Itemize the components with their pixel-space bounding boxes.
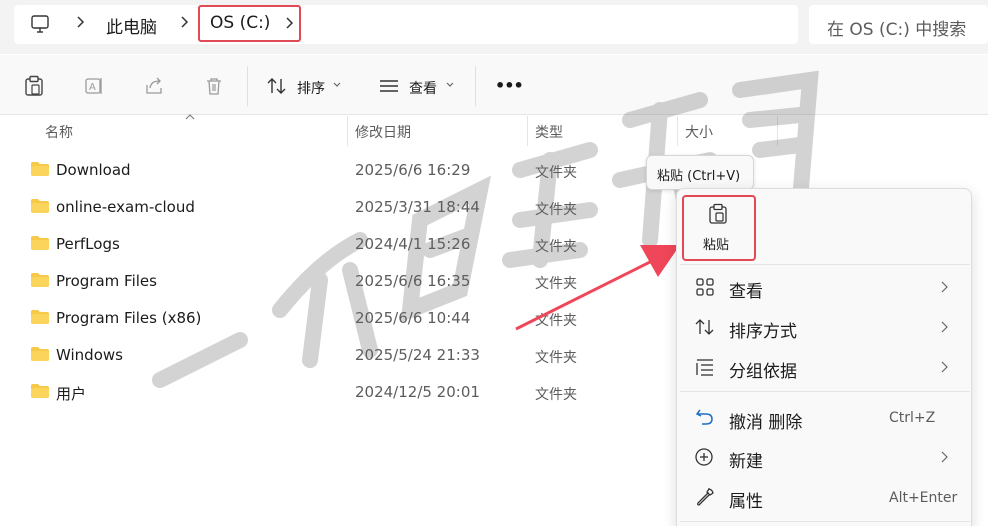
sort-button[interactable]: 排序 (297, 78, 325, 98)
file-date: 2025/6/6 16:29 (355, 161, 471, 179)
wrench-icon (695, 487, 715, 507)
file-type: 文件夹 (535, 387, 577, 403)
file-name-users[interactable]: 用户 (56, 383, 86, 404)
properties-shortcut: Alt+Enter (889, 490, 958, 506)
column-separator[interactable] (347, 116, 348, 146)
file-date: 2024/4/1 15:26 (355, 235, 471, 253)
view-icon[interactable] (378, 78, 400, 94)
undo-icon (695, 407, 715, 427)
file-date: 2025/5/24 21:33 (355, 346, 480, 364)
folder-icon (31, 310, 49, 324)
rename-icon[interactable]: A (84, 76, 104, 96)
column-separator[interactable] (527, 116, 528, 146)
file-date: 2025/6/6 16:35 (355, 272, 471, 290)
folder-icon (31, 384, 49, 398)
chevron-right-icon[interactable] (178, 14, 190, 30)
file-name-program-files[interactable]: Program Files (56, 272, 157, 290)
file-date: 2025/6/6 10:44 (355, 309, 471, 327)
chevron-down-icon[interactable] (445, 81, 455, 89)
menu-item-properties[interactable]: 属性 (729, 487, 763, 512)
column-header-name[interactable]: 名称 (45, 122, 73, 142)
column-header-date[interactable]: 修改日期 (355, 122, 411, 142)
menu-divider (680, 264, 970, 265)
menu-divider (680, 391, 970, 392)
sort-icon[interactable] (266, 76, 288, 96)
menu-item-view[interactable]: 查看 (729, 277, 763, 302)
search-box[interactable]: 在 OS (C:) 中搜索 (809, 5, 988, 44)
chevron-right-icon (939, 320, 949, 334)
column-separator[interactable] (677, 116, 678, 146)
sort-ascending-icon (185, 114, 195, 120)
chevron-right-icon[interactable] (283, 15, 295, 31)
undo-shortcut: Ctrl+Z (889, 410, 936, 426)
file-name-online-exam-cloud[interactable]: online-exam-cloud (56, 198, 195, 216)
file-date: 2024/12/5 20:01 (355, 383, 480, 401)
folder-icon (31, 273, 49, 287)
chevron-down-icon[interactable] (332, 81, 342, 89)
file-name-windows[interactable]: Windows (56, 346, 123, 364)
share-icon[interactable] (144, 76, 164, 96)
chevron-right-icon[interactable] (74, 14, 86, 30)
breadcrumb-this-pc[interactable]: 此电脑 (106, 13, 157, 38)
svg-text:A: A (89, 82, 96, 93)
paste-tooltip: 粘贴 (Ctrl+V) (646, 155, 754, 190)
folder-icon (31, 199, 49, 213)
breadcrumb-drive[interactable]: OS (C:) (210, 13, 270, 33)
paste-icon[interactable] (24, 75, 44, 97)
annotation-arrow (510, 235, 690, 335)
toolbar-separator (475, 66, 476, 106)
tooltip-text: 粘贴 (Ctrl+V) (657, 169, 741, 184)
file-name-program-files-x86[interactable]: Program Files (x86) (56, 309, 201, 327)
menu-item-undo-delete[interactable]: 撤消 删除 (729, 408, 802, 433)
column-header-size[interactable]: 大小 (685, 122, 713, 142)
search-placeholder: 在 OS (C:) 中搜索 (827, 20, 967, 40)
plus-circle-icon (694, 447, 714, 467)
more-options-button[interactable]: ••• (495, 76, 524, 95)
folder-icon (31, 236, 49, 250)
menu-item-group[interactable]: 分组依据 (729, 357, 797, 382)
file-type: 文件夹 (535, 350, 577, 366)
column-header-type[interactable]: 类型 (535, 122, 563, 142)
paste-menu-label: 粘贴 (703, 238, 730, 253)
folder-icon (31, 347, 49, 361)
folder-icon (31, 162, 49, 176)
sort-icon (694, 317, 716, 337)
chevron-right-icon (939, 280, 949, 294)
view-button[interactable]: 查看 (409, 78, 437, 98)
toolbar-separator (247, 66, 248, 106)
paste-icon (707, 203, 729, 225)
grid-view-icon (695, 277, 715, 297)
menu-item-sort[interactable]: 排序方式 (729, 317, 797, 342)
column-separator[interactable] (777, 116, 778, 146)
delete-icon[interactable] (204, 76, 224, 96)
file-date: 2025/3/31 18:44 (355, 198, 480, 216)
menu-item-new[interactable]: 新建 (729, 447, 763, 472)
menu-divider (680, 521, 970, 522)
file-type: 文件夹 (535, 165, 577, 181)
group-list-icon (695, 357, 715, 377)
file-name-perflogs[interactable]: PerfLogs (56, 235, 120, 253)
file-type: 文件夹 (535, 202, 577, 218)
computer-icon[interactable] (30, 14, 50, 34)
file-name-download[interactable]: Download (56, 161, 131, 179)
chevron-right-icon (939, 360, 949, 374)
chevron-right-icon (939, 450, 949, 464)
